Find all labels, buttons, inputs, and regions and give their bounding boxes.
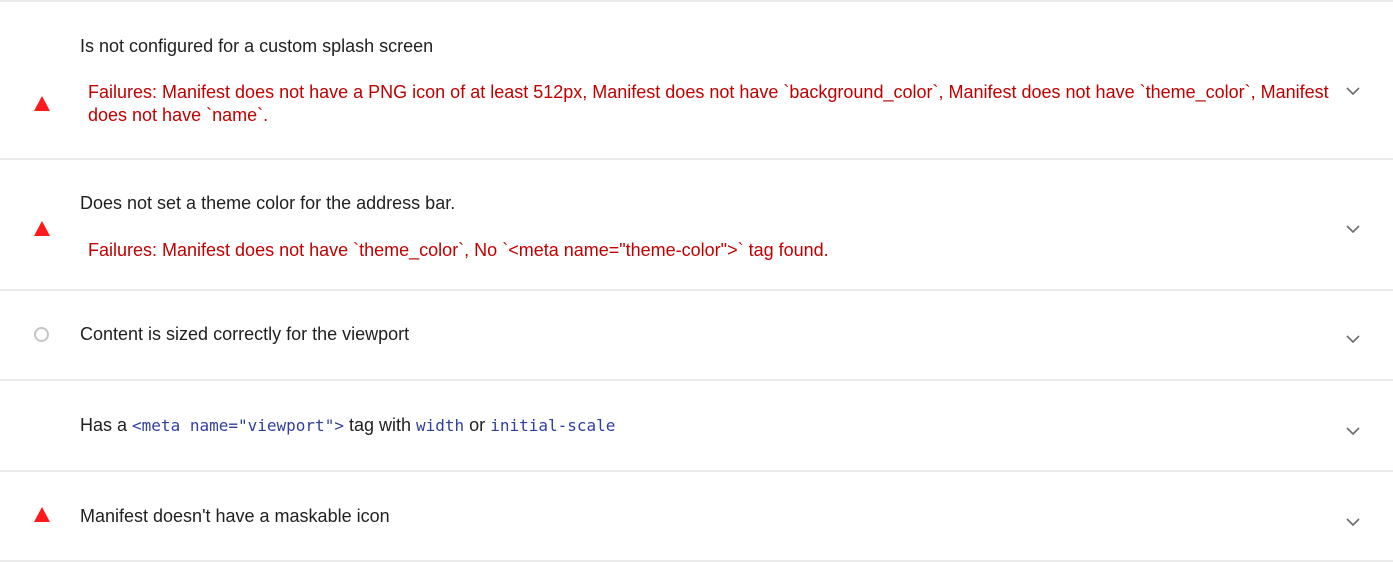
audit-viewport-meta[interactable]: Has a <meta name="viewport"> tag with wi… (0, 381, 1393, 470)
audit-title: Content is sized correctly for the viewp… (80, 324, 410, 344)
code-initial-scale: initial-scale (490, 416, 616, 435)
title-or: or (464, 415, 491, 435)
chevron-down-icon[interactable] (1345, 333, 1361, 345)
title-middle: tag with (343, 415, 416, 435)
failure-details: Failures: Manifest does not have a PNG i… (88, 82, 1329, 125)
chevron-down-icon[interactable] (1345, 223, 1361, 235)
audit-content-width[interactable]: Content is sized correctly for the viewp… (0, 291, 1393, 379)
audit-title: Manifest doesn't have a maskable icon (80, 506, 390, 526)
code-meta-viewport: <meta name="viewport"> (132, 416, 344, 435)
audit-maskable-icon[interactable]: Manifest doesn't have a maskable icon (0, 472, 1393, 560)
audit-title: Has a <meta name="viewport"> tag with wi… (80, 414, 615, 437)
chevron-down-icon[interactable] (1345, 516, 1361, 528)
warning-triangle-icon (34, 507, 50, 522)
audit-title: Does not set a theme color for the addre… (80, 193, 456, 213)
warning-triangle-icon (34, 221, 50, 236)
chevron-down-icon[interactable] (1345, 425, 1361, 437)
audit-title: Is not configured for a custom splash sc… (80, 36, 434, 56)
code-width: width (416, 416, 465, 435)
warning-triangle-icon (34, 96, 50, 111)
info-circle-icon (34, 327, 49, 342)
audit-list: Is not configured for a custom splash sc… (0, 0, 1393, 562)
title-prefix: Has a (80, 415, 133, 435)
audit-theme-color[interactable]: Does not set a theme color for the addre… (0, 160, 1393, 289)
audit-splash-screen[interactable]: Is not configured for a custom splash sc… (0, 2, 1393, 159)
chevron-down-icon[interactable] (1345, 85, 1361, 97)
failure-details: Failures: Manifest does not have `theme_… (88, 240, 829, 260)
